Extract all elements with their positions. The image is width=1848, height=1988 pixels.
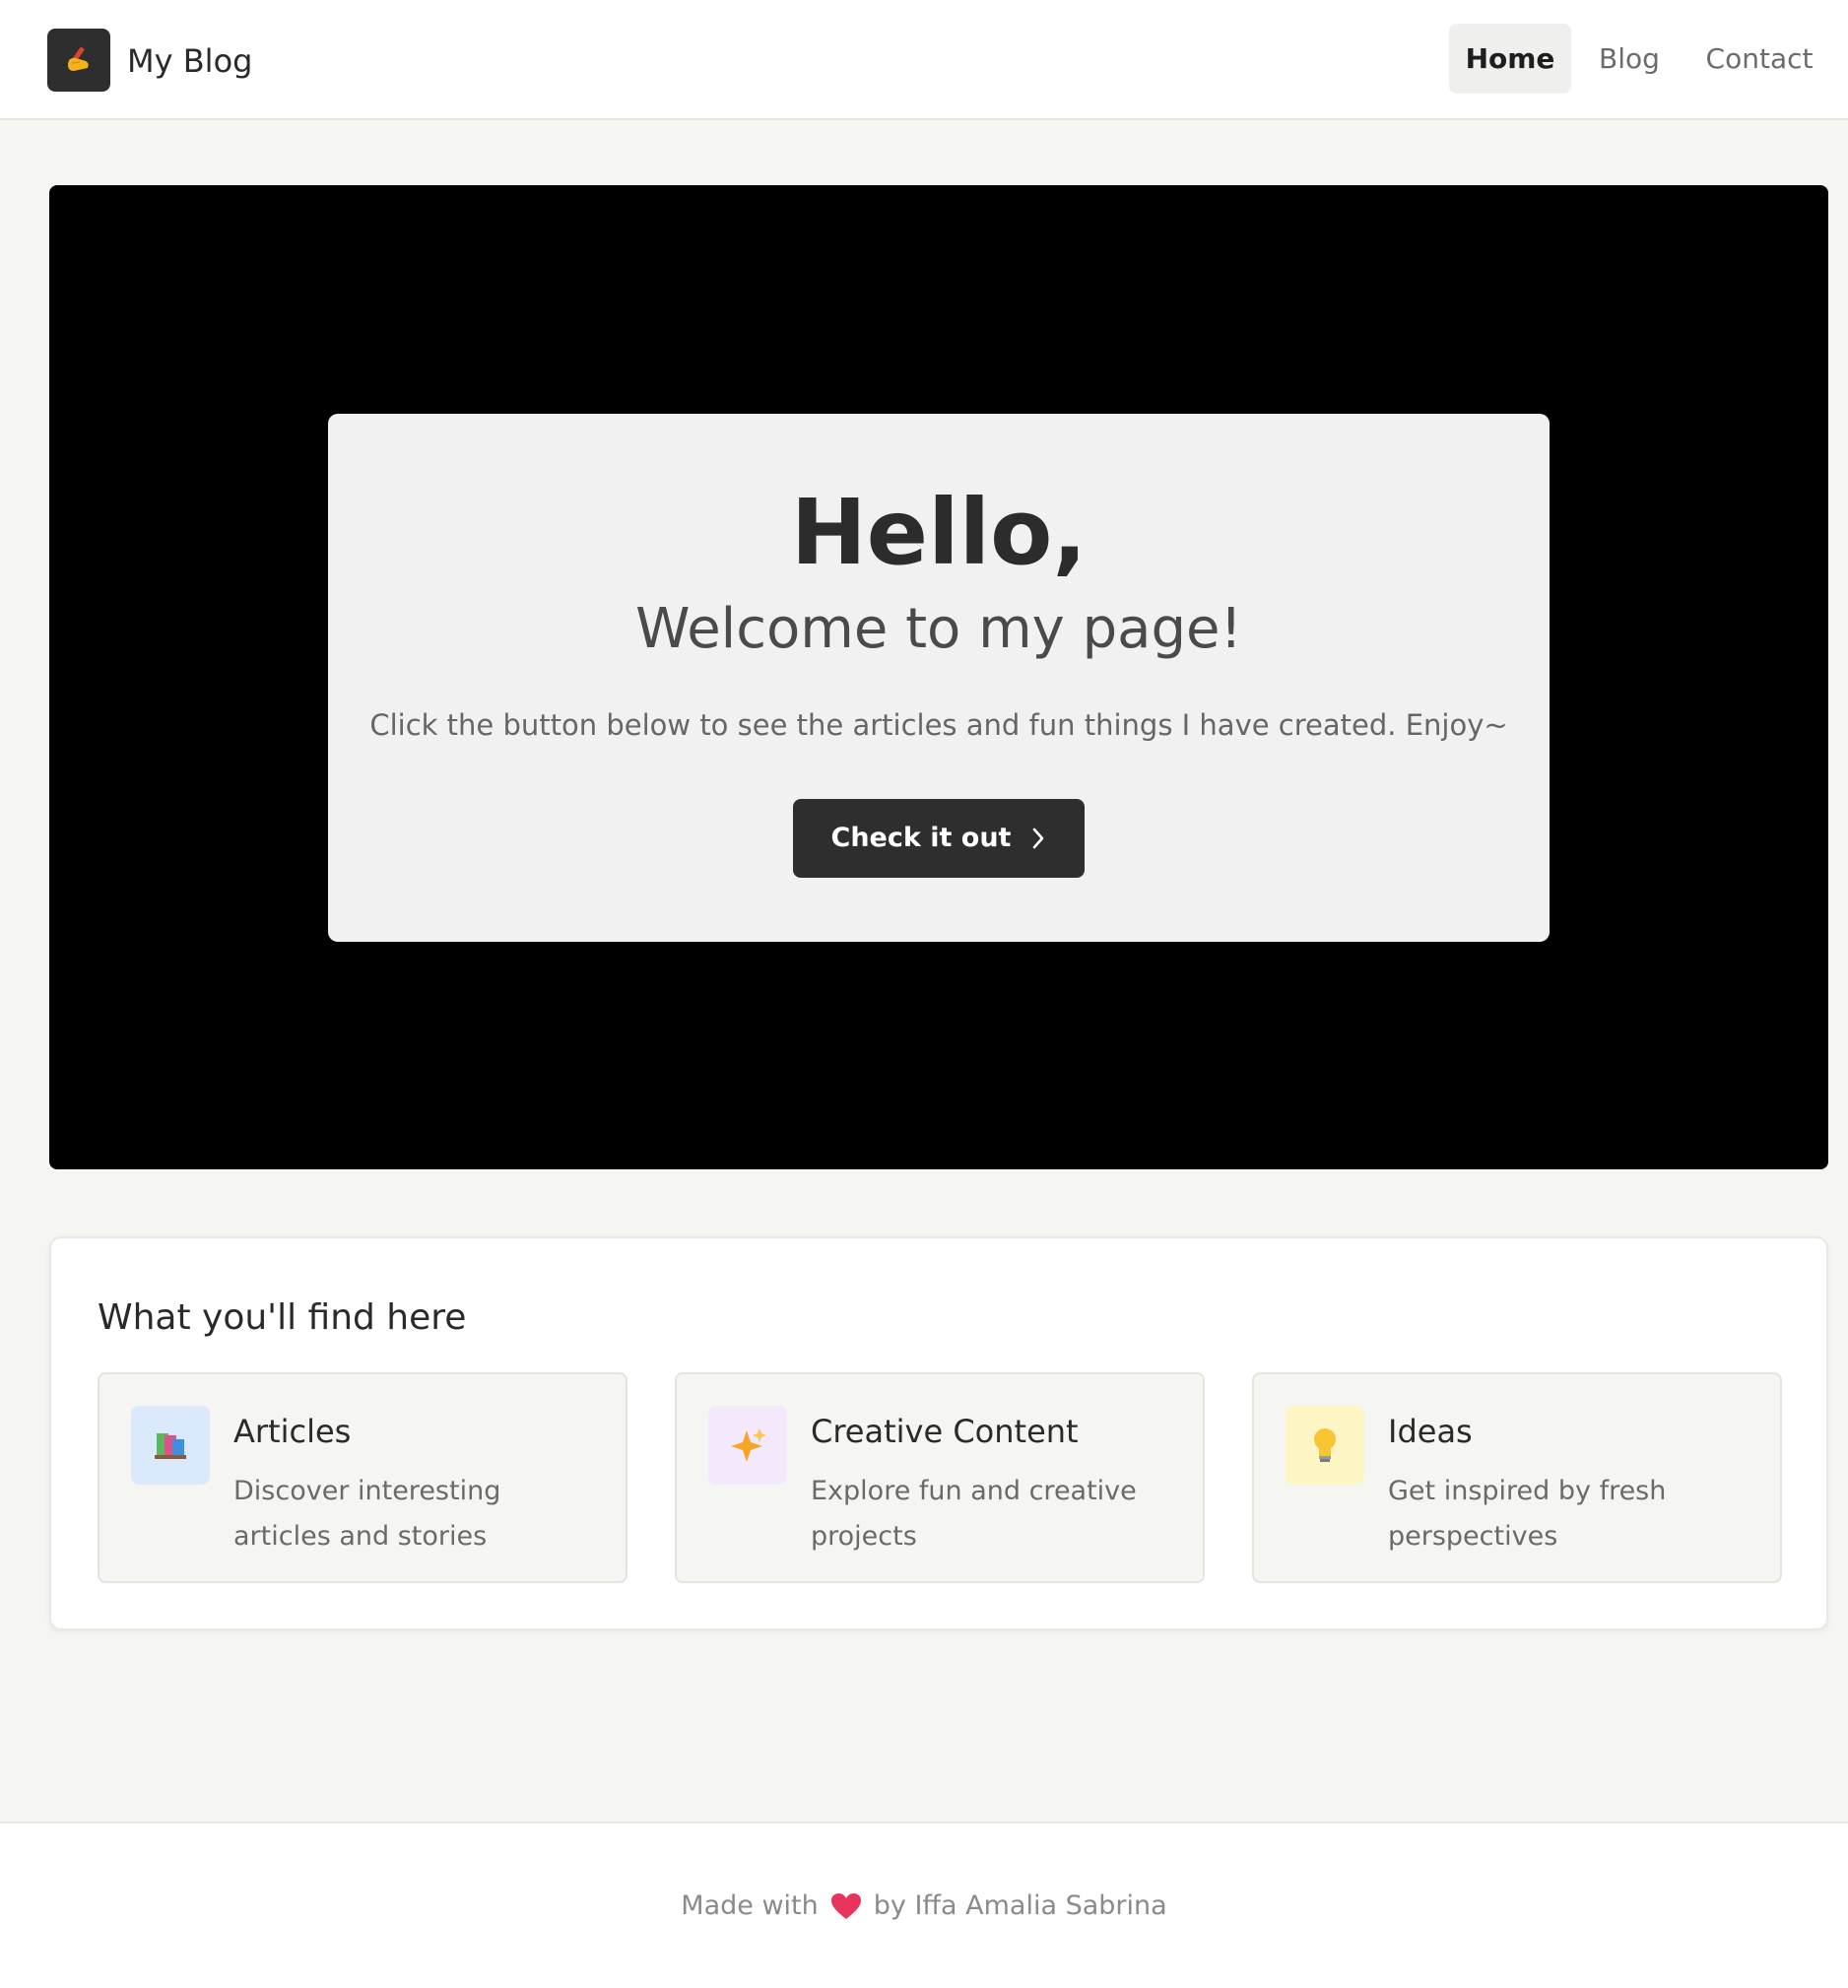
feature-title: Creative Content xyxy=(811,1413,1079,1450)
footer-credit: Made with by Iffa Amalia Sabrina xyxy=(0,1887,1848,1926)
heart-icon xyxy=(830,1893,861,1919)
feature-card-ideas[interactable]: Ideas Get inspired by fresh perspectives xyxy=(1252,1372,1782,1583)
chevron-right-icon xyxy=(1033,828,1044,849)
site-footer: Made with by Iffa Amalia Sabrina xyxy=(0,1822,1848,1988)
feature-description: Discover interesting articles and storie… xyxy=(233,1476,501,1552)
features-title: What you'll find here xyxy=(98,1297,467,1338)
nav-blog[interactable]: Blog xyxy=(1590,24,1669,94)
books-icon xyxy=(131,1406,210,1485)
hero-section: Hello, Welcome to my page! Click the but… xyxy=(49,185,1828,1169)
sparkles-icon xyxy=(708,1406,787,1485)
features-section: What you'll find here Articles Discover … xyxy=(49,1236,1828,1630)
feature-description: Get inspired by fresh perspectives xyxy=(1388,1476,1667,1552)
footer-author: by Iffa Amalia Sabrina xyxy=(873,1890,1167,1921)
lightbulb-icon xyxy=(1286,1406,1364,1485)
hero-card: Hello, Welcome to my page! Click the but… xyxy=(328,414,1550,942)
feature-description: Explore fun and creative projects xyxy=(811,1476,1137,1552)
hero-description: Click the button below to see the articl… xyxy=(369,708,1508,742)
footer-made-with: Made with xyxy=(681,1890,819,1921)
hero-title: Hello, xyxy=(790,480,1088,585)
feature-title: Ideas xyxy=(1388,1413,1473,1450)
nav-contact[interactable]: Contact xyxy=(1698,24,1820,94)
nav-home[interactable]: Home xyxy=(1449,24,1571,94)
site-header: My Blog Home Blog Contact xyxy=(0,0,1848,120)
check-it-out-button[interactable]: Check it out xyxy=(793,799,1085,878)
writing-hand-icon xyxy=(68,46,89,71)
hero-subtitle: Welcome to my page! xyxy=(635,597,1242,661)
cta-label: Check it out xyxy=(830,823,1012,853)
site-brand[interactable]: My Blog xyxy=(127,39,252,83)
feature-card-articles[interactable]: Articles Discover interesting articles a… xyxy=(98,1372,627,1583)
feature-card-creative-content[interactable]: Creative Content Explore fun and creativ… xyxy=(675,1372,1205,1583)
feature-title: Articles xyxy=(233,1413,352,1450)
logo[interactable] xyxy=(47,29,110,92)
